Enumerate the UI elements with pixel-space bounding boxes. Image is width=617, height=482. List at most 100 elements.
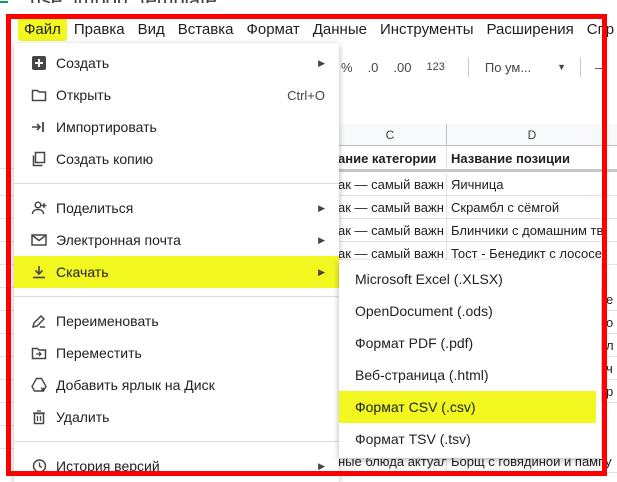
cell-c[interactable]: ак — самый важн bbox=[333, 219, 446, 242]
cell-edge[interactable]: е bbox=[601, 288, 617, 311]
row-header[interactable] bbox=[0, 219, 14, 242]
menu-file[interactable]: Файл bbox=[18, 17, 67, 41]
menu-tools[interactable]: Инструменты bbox=[374, 18, 480, 41]
person-add-icon bbox=[31, 200, 47, 216]
menu-divider bbox=[14, 296, 339, 297]
menu-item-download[interactable]: Скачать ▶ bbox=[14, 256, 339, 288]
cell-d[interactable]: Блинчики с домашним тв bbox=[446, 219, 617, 242]
rename-icon bbox=[31, 313, 47, 329]
row-header[interactable] bbox=[0, 265, 14, 288]
cell-edge[interactable]: р bbox=[601, 380, 617, 403]
download-ods[interactable]: OpenDocument (.ods) bbox=[339, 295, 601, 327]
decrease-font-size-button[interactable]: – bbox=[595, 60, 602, 75]
row-header[interactable] bbox=[0, 288, 14, 311]
menu-divider bbox=[14, 183, 339, 184]
toolbar: % .0 .00 123 По ум... ▼ – bbox=[335, 48, 617, 86]
menu-edit[interactable]: Правка bbox=[68, 18, 131, 41]
submenu-arrow-icon: ▶ bbox=[318, 266, 325, 277]
menu-item-label: Импортировать bbox=[56, 119, 157, 135]
row-header[interactable] bbox=[0, 196, 14, 219]
font-select[interactable]: По ум... ▼ bbox=[485, 60, 566, 75]
sheets-logo-icon bbox=[0, 1, 8, 3]
row-header[interactable] bbox=[0, 173, 14, 196]
menu-item-rename[interactable]: Переименовать bbox=[14, 305, 339, 337]
menu-item-label: Удалить bbox=[56, 409, 110, 425]
move-folder-icon bbox=[31, 345, 47, 361]
menu-extensions[interactable]: Расширения bbox=[481, 18, 580, 41]
download-csv[interactable]: Формат CSV (.csv) bbox=[339, 391, 596, 423]
menu-item-make-copy[interactable]: Создать копию bbox=[14, 143, 339, 175]
menu-item-label: Открыть bbox=[56, 87, 111, 103]
submenu-arrow-icon: ▶ bbox=[318, 202, 325, 213]
import-icon bbox=[31, 119, 47, 135]
menu-insert[interactable]: Вставка bbox=[172, 18, 240, 41]
menu-item-label: Переместить bbox=[56, 345, 142, 361]
folder-icon bbox=[31, 87, 47, 103]
row-header[interactable] bbox=[0, 311, 14, 334]
cell-edge[interactable]: о bbox=[601, 311, 617, 334]
cell-c[interactable]: ак — самый важн bbox=[333, 173, 446, 196]
menu-item-version-history[interactable]: История версий ▶ bbox=[14, 450, 339, 482]
column-header-d[interactable]: D bbox=[446, 124, 617, 146]
menu-divider bbox=[14, 441, 339, 442]
toolbar-divider bbox=[467, 57, 469, 77]
menu-item-email[interactable]: Электронная почта ▶ bbox=[14, 224, 339, 256]
download-tsv[interactable]: Формат TSV (.tsv) bbox=[339, 423, 601, 455]
shortcut-label: Ctrl+O bbox=[287, 87, 325, 103]
menu-format[interactable]: Формат bbox=[240, 18, 305, 41]
cell-c[interactable]: ак — самый важн bbox=[333, 196, 446, 219]
submenu-arrow-icon: ▶ bbox=[318, 57, 325, 68]
menu-item-label: Электронная почта bbox=[56, 232, 181, 248]
menu-item-label: Переименовать bbox=[56, 313, 159, 329]
cell-edge[interactable]: л bbox=[601, 334, 617, 357]
menu-item-label: Создать копию bbox=[56, 151, 154, 167]
row-header[interactable] bbox=[0, 334, 14, 357]
cell-d[interactable]: Яичница bbox=[446, 173, 617, 196]
submenu-arrow-icon: ▶ bbox=[318, 460, 325, 471]
row-header[interactable] bbox=[0, 380, 14, 403]
trash-icon bbox=[31, 409, 47, 425]
download-xlsx[interactable]: Microsoft Excel (.XLSX) bbox=[339, 263, 601, 295]
download-html[interactable]: Веб-страница (.html) bbox=[339, 359, 601, 391]
plus-box-icon bbox=[31, 55, 47, 71]
menu-item-open[interactable]: Открыть Ctrl+O bbox=[14, 79, 339, 111]
row-header[interactable] bbox=[0, 403, 14, 426]
toolbar-divider bbox=[580, 57, 582, 77]
download-icon bbox=[31, 264, 47, 280]
document-title[interactable]: rise_import_template bbox=[30, 0, 217, 3]
format-percent-button[interactable]: % bbox=[341, 60, 353, 75]
menu-help[interactable]: Спр bbox=[581, 18, 617, 41]
menu-view[interactable]: Вид bbox=[132, 18, 171, 41]
menu-item-label: Поделиться bbox=[56, 200, 134, 216]
row-header[interactable] bbox=[0, 426, 14, 449]
menu-item-share[interactable]: Поделиться ▶ bbox=[14, 192, 339, 224]
menu-item-new[interactable]: Создать ▶ bbox=[14, 47, 339, 79]
document-title-bar: rise_import_template bbox=[0, 0, 217, 3]
decrease-decimals-button[interactable]: .0 bbox=[368, 60, 379, 75]
font-select-value: По ум... bbox=[484, 59, 532, 75]
cell-d[interactable]: Скрамбл с сёмгой bbox=[446, 196, 617, 219]
menu-item-import[interactable]: Импортировать bbox=[14, 111, 339, 143]
download-pdf[interactable]: Формат PDF (.pdf) bbox=[339, 327, 601, 359]
increase-decimals-button[interactable]: .00 bbox=[393, 60, 411, 75]
menu-item-add-shortcut[interactable]: Добавить ярлык на Диск bbox=[14, 369, 339, 401]
submenu-arrow-icon: ▶ bbox=[318, 234, 325, 245]
menubar: Файл Правка Вид Вставка Формат Данные Ин… bbox=[0, 14, 617, 44]
download-submenu: Microsoft Excel (.XLSX) OpenDocument (.o… bbox=[339, 260, 601, 458]
row-header[interactable] bbox=[0, 146, 14, 169]
row-header[interactable] bbox=[0, 242, 14, 265]
menu-item-move[interactable]: Переместить bbox=[14, 337, 339, 369]
menu-item-label: Создать bbox=[56, 55, 110, 71]
header-cell-c[interactable]: ание категории bbox=[333, 146, 446, 172]
row-header[interactable] bbox=[0, 357, 14, 380]
menu-data[interactable]: Данные bbox=[307, 18, 373, 41]
menu-item-delete[interactable]: Удалить bbox=[14, 401, 339, 433]
history-icon bbox=[31, 458, 47, 474]
number-format-button[interactable]: 123 bbox=[426, 61, 444, 73]
cell-edge[interactable]: ч bbox=[601, 357, 617, 380]
menu-item-label: Добавить ярлык на Диск bbox=[56, 377, 215, 393]
drive-shortcut-icon bbox=[31, 377, 47, 393]
column-header-c[interactable]: C bbox=[333, 124, 446, 146]
menu-item-label: История версий bbox=[56, 458, 160, 474]
header-cell-d[interactable]: Название позиции bbox=[446, 146, 617, 172]
